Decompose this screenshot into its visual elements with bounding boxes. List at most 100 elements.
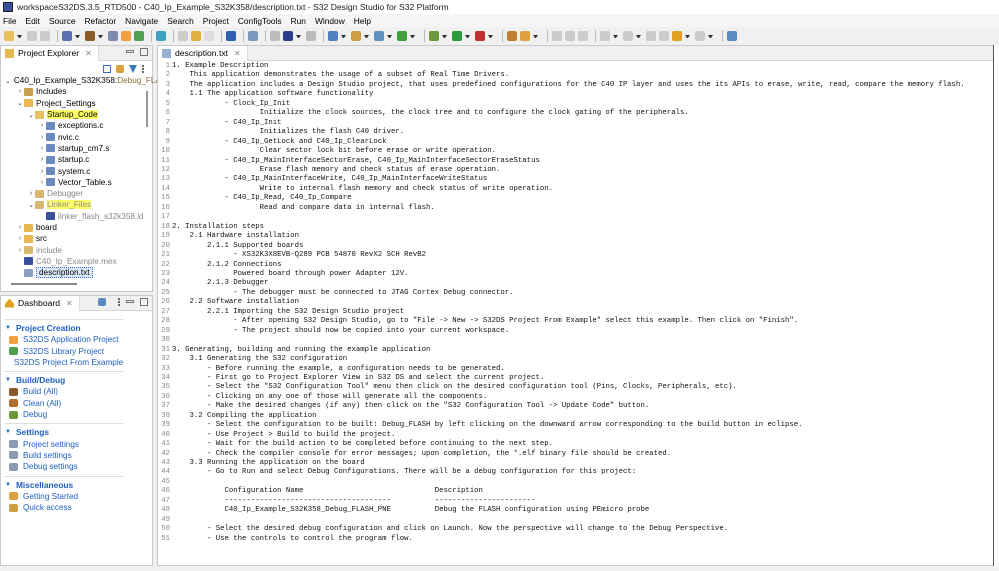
tree-item[interactable]: ⌄ Project_Settings [1,98,151,109]
new-icon[interactable] [4,31,14,41]
tree-item[interactable]: › board [1,222,151,233]
dashboard-link[interactable]: Quick access [9,502,123,513]
menu-navigate[interactable]: Navigate [125,16,158,26]
tree-item[interactable]: › startup.c [1,154,151,165]
tree-item[interactable]: › src [1,233,151,244]
external-tools-icon[interactable] [475,31,485,41]
chevron-right-icon[interactable]: › [38,168,46,175]
triangle-down-icon[interactable]: ▼ [5,325,11,331]
hammer-build-icon[interactable] [85,31,95,41]
tree-item[interactable]: C40_Ip_Example.mex [1,256,151,267]
tree-item[interactable]: › system.c [1,165,151,176]
menu-run[interactable]: Run [291,16,306,26]
chevron-right-icon[interactable]: › [38,134,46,141]
dashboard-link[interactable]: S32DS Library Project [9,345,123,356]
dashboard-link[interactable]: Getting Started [9,491,123,502]
tree-item[interactable]: ⌄ Linker_Files [1,199,151,210]
vertical-scrollbar[interactable] [146,91,148,127]
dropdown-arrow-icon[interactable] [465,34,470,38]
tree-item[interactable]: › startup_cm7.s [1,143,151,154]
dropdown-arrow-icon[interactable] [488,34,493,38]
menu-search[interactable]: Search [167,16,194,26]
close-icon[interactable]: ✕ [234,49,241,58]
dashboard-link[interactable]: Debug [9,409,123,420]
menu-file[interactable]: File [3,16,17,26]
minimize-icon[interactable] [126,300,134,303]
tree-item[interactable]: › exceptions.c [1,120,151,131]
triangle-down-icon[interactable]: ▼ [5,482,11,488]
filter-icon[interactable] [129,65,137,73]
undo-icon[interactable] [191,31,201,41]
back-history-icon[interactable] [659,31,669,41]
redo-icon[interactable] [204,31,214,41]
pin-icon[interactable] [306,31,316,41]
chevron-right-icon[interactable]: › [16,224,24,231]
section-header[interactable]: ▼ Build/Debug [5,374,123,386]
tree-item[interactable]: linker_flash_s32k358.ld [1,211,151,222]
dashboard-link[interactable]: Build (All) [9,386,123,397]
forward-icon[interactable] [695,31,705,41]
chevron-right-icon[interactable]: › [27,190,35,197]
open-perspective-icon[interactable] [507,31,517,41]
toggle-mark-icon[interactable] [552,31,562,41]
view-menu-icon[interactable] [142,65,144,73]
tree-item[interactable]: › nvic.c [1,131,151,142]
tree-item[interactable]: › Debugger [1,188,151,199]
dropdown-arrow-icon[interactable] [341,34,346,38]
tree-item[interactable]: ⌄ C40_Ip_Example_S32K358: Debug_FLASH [1,75,172,86]
menu-project[interactable]: Project [203,16,229,26]
stop-icon[interactable] [283,31,293,41]
dashboard-link[interactable]: Project settings [9,438,123,449]
maximize-icon[interactable] [140,298,148,306]
tree-item[interactable]: › Vector_Table.s [1,177,151,188]
dropdown-arrow-icon[interactable] [636,34,641,38]
section-header[interactable]: ▼ Miscellaneous [5,479,123,491]
horizontal-scrollbar[interactable] [11,283,77,285]
new-class-icon[interactable] [328,31,338,41]
triangle-down-icon[interactable]: ▼ [5,429,11,435]
menu-configtools[interactable]: ConfigTools [238,16,282,26]
new-window-icon[interactable] [727,31,737,41]
new-library-icon[interactable] [134,31,144,41]
dashboard-link[interactable]: Debug settings [9,461,123,472]
tree-item[interactable]: › include [1,244,151,255]
chevron-down-icon[interactable]: ⌄ [16,99,24,107]
new-c-icon[interactable] [397,31,407,41]
step-icon[interactable] [270,31,280,41]
open-dashboard-icon[interactable] [98,298,106,306]
dropdown-arrow-icon[interactable] [75,34,80,38]
dropdown-arrow-icon[interactable] [533,34,538,38]
chevron-right-icon[interactable]: › [16,88,24,95]
tree-item[interactable]: ⌄ Startup_Code [1,109,151,120]
dropdown-arrow-icon[interactable] [17,34,22,38]
new-app-project-icon[interactable] [121,31,131,41]
dropdown-arrow-icon[interactable] [685,34,690,38]
menu-help[interactable]: Help [354,16,371,26]
dropdown-arrow-icon[interactable] [613,34,618,38]
new-folder-icon[interactable] [351,31,361,41]
menu-window[interactable]: Window [315,16,345,26]
terminal-icon[interactable] [226,31,236,41]
prev-annotation-icon[interactable] [623,31,633,41]
tab-dashboard[interactable]: Dashboard ✕ [1,295,80,311]
collapse-all-icon[interactable] [103,65,111,73]
dropdown-arrow-icon[interactable] [410,34,415,38]
last-edit-icon[interactable] [646,31,656,41]
section-header[interactable]: ▼ Project Creation [5,322,123,334]
dashboard-link[interactable]: Clean (All) [9,398,123,409]
close-icon[interactable]: ✕ [85,49,92,58]
tree-item[interactable]: description.txt [1,267,151,279]
build-config-icon[interactable] [62,31,72,41]
dashboard-link[interactable]: Build settings [9,450,123,461]
chevron-right-icon[interactable]: › [38,156,46,163]
chevron-down-icon[interactable]: ⌄ [27,111,35,119]
chevron-right-icon[interactable]: › [38,179,46,186]
search-icon[interactable] [248,31,258,41]
dropdown-arrow-icon[interactable] [708,34,713,38]
show-whitespace-icon[interactable] [578,31,588,41]
close-icon[interactable]: ✕ [66,299,73,308]
chevron-right-icon[interactable]: › [38,145,46,152]
wrench-icon[interactable] [520,31,530,41]
dropdown-arrow-icon[interactable] [364,34,369,38]
text-editor[interactable]: 1 1. Example Description 2 This applicatio… [158,61,993,565]
